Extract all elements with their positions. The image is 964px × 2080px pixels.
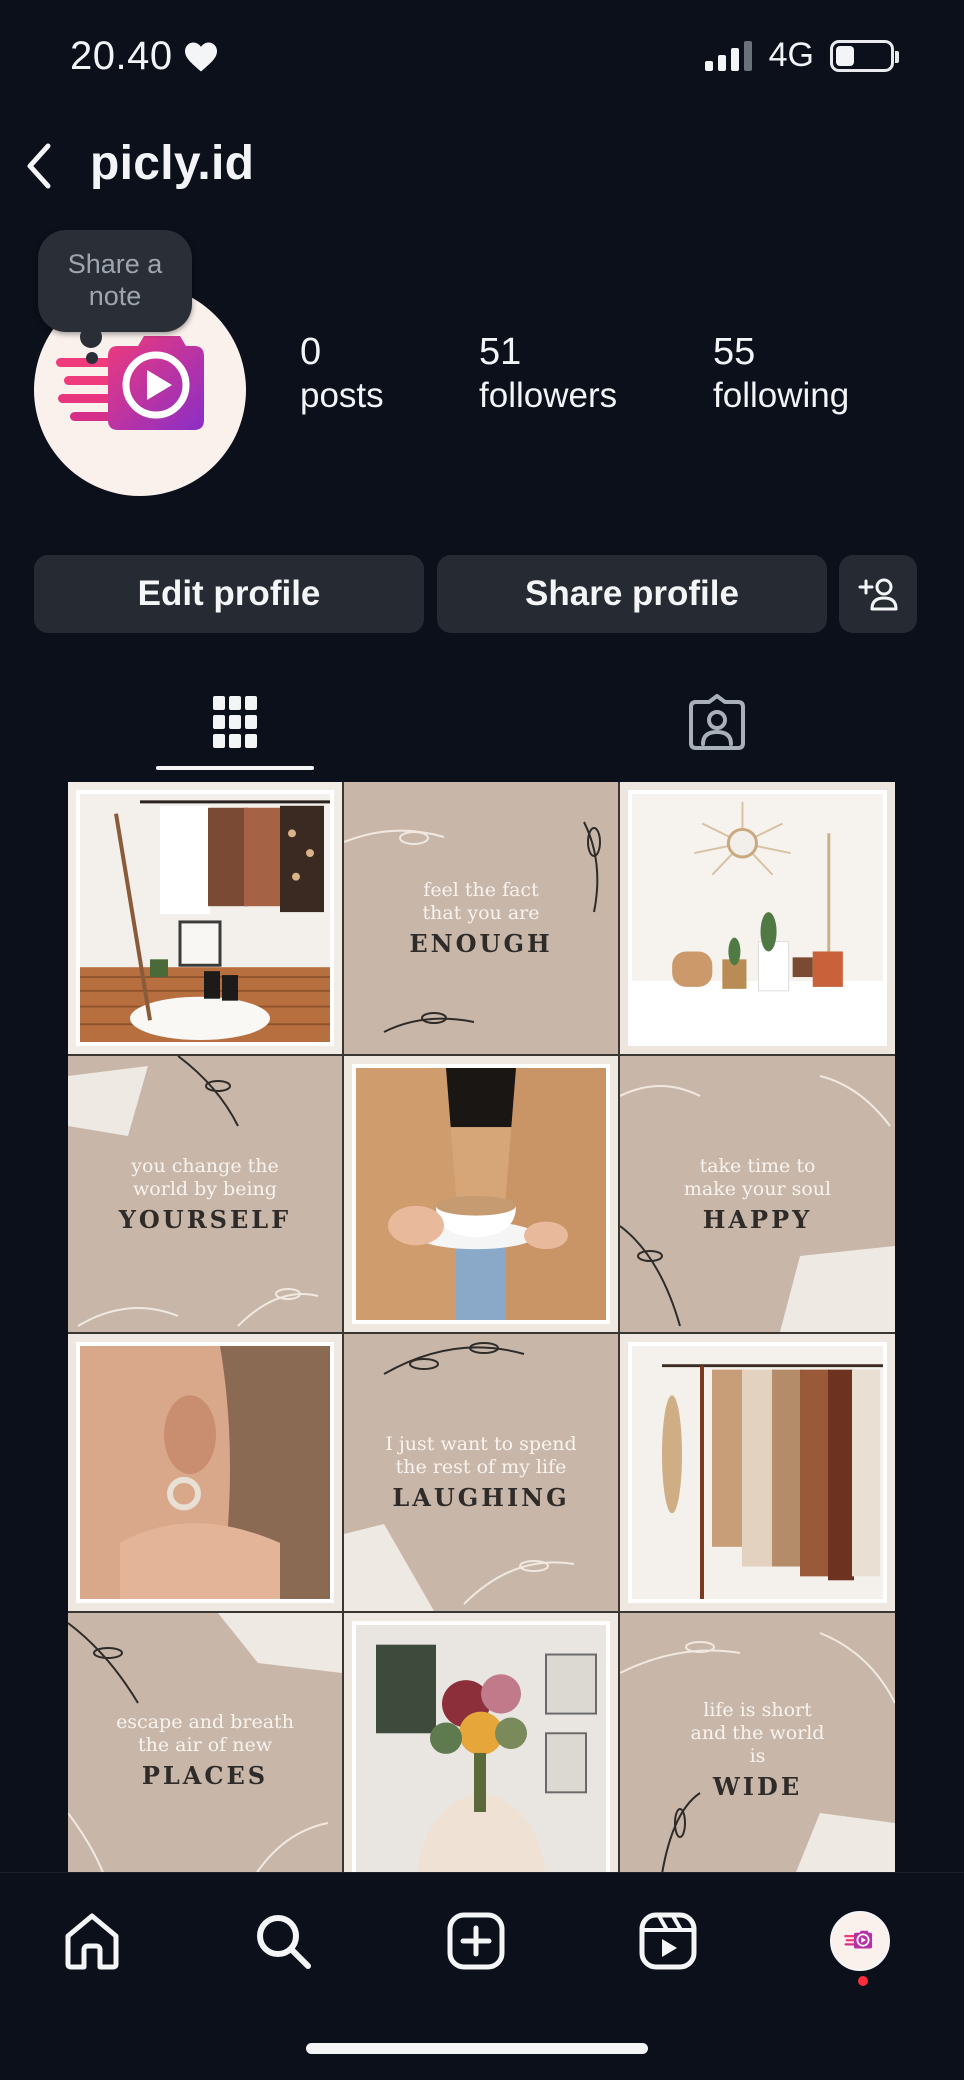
status-time: 20.40: [70, 34, 219, 79]
post-tile[interactable]: I just want to spend the rest of my life…: [344, 1334, 618, 1611]
post-tile[interactable]: [344, 1613, 618, 1885]
note-bubble-tail: [80, 326, 102, 348]
post-tile[interactable]: [620, 1334, 895, 1611]
note-bubble-tail-small: [86, 352, 98, 364]
active-tab-indicator: [156, 766, 314, 770]
quote-emphasis: PLACES: [141, 1760, 269, 1790]
grid-icon: [213, 696, 257, 748]
profile-avatar-small: [830, 1911, 890, 1971]
create-icon: [447, 1912, 505, 1970]
post-photo: [628, 1342, 887, 1603]
discover-people-button[interactable]: [839, 555, 917, 633]
reels-icon: [639, 1912, 697, 1970]
quote-emphasis: ENOUGH: [409, 928, 553, 958]
post-photo: [352, 1621, 610, 1879]
nav-search[interactable]: [243, 1901, 323, 1981]
chevron-left-icon: [27, 143, 51, 189]
profile-username: picly.id: [90, 137, 255, 190]
home-indicator[interactable]: [306, 2043, 648, 2054]
brand-logo-icon: [844, 1930, 873, 1949]
search-icon: [257, 1915, 311, 1969]
post-tile[interactable]: [620, 782, 895, 1054]
post-tile[interactable]: [68, 782, 342, 1054]
quote-emphasis: LAUGHING: [392, 1483, 570, 1512]
clock: 20.40: [70, 34, 173, 78]
status-indicators: 4G: [704, 36, 899, 75]
post-tile[interactable]: life is short and the world is WIDE: [620, 1613, 895, 1885]
post-tile[interactable]: [68, 1334, 342, 1611]
stat-posts[interactable]: 0 posts: [300, 330, 384, 418]
post-tile[interactable]: escape and breath the air of new PLACES: [68, 1613, 342, 1885]
post-photo: [76, 1342, 334, 1603]
share-profile-button[interactable]: Share profile: [437, 555, 827, 633]
post-tile[interactable]: you change the world by being YOURSELF: [68, 1056, 342, 1332]
post-tile[interactable]: [344, 1056, 618, 1332]
followers-count: 51: [479, 331, 522, 373]
followers-label: followers: [479, 376, 618, 415]
post-photo: [352, 1064, 610, 1324]
home-icon: [65, 1913, 119, 1970]
quote-text: I just want to spend the rest of my life: [385, 1433, 577, 1478]
share-note-bubble[interactable]: Share a note: [38, 230, 192, 332]
nav-reels[interactable]: [628, 1901, 708, 1981]
tab-tagged[interactable]: [638, 680, 796, 764]
quote-text: escape and breath the air of new: [116, 1710, 294, 1756]
tagged-icon: [689, 694, 745, 750]
post-photo: [628, 790, 887, 1046]
heart-icon: [184, 41, 217, 72]
network-type: 4G: [768, 36, 814, 74]
quote-emphasis: WIDE: [712, 1772, 803, 1801]
stat-followers[interactable]: 51 followers: [479, 330, 617, 418]
quote-text: life is short and the world is: [690, 1699, 825, 1767]
notification-dot: [858, 1976, 868, 1986]
quote-text: you change the world by being: [131, 1154, 279, 1200]
edit-profile-button[interactable]: Edit profile: [34, 555, 424, 633]
stat-following[interactable]: 55 following: [713, 330, 849, 418]
posts-label: posts: [300, 376, 384, 415]
quote-text: take time to make your soul: [683, 1154, 832, 1200]
quote-emphasis: HAPPY: [702, 1204, 813, 1234]
battery-icon: [830, 39, 899, 72]
post-tile[interactable]: feel the fact that you are ENOUGH: [344, 782, 618, 1054]
post-tile[interactable]: take time to make your soul HAPPY: [620, 1056, 895, 1332]
tab-grid[interactable]: [156, 680, 314, 764]
nav-profile[interactable]: [820, 1901, 900, 1981]
quote-emphasis: YOURSELF: [118, 1204, 292, 1234]
note-text: Share a note: [67, 249, 163, 311]
following-label: following: [713, 376, 850, 415]
signal-icon: [704, 40, 752, 71]
quote-text: feel the fact that you are: [422, 878, 540, 924]
nav-home[interactable]: [52, 1901, 132, 1981]
following-count: 55: [713, 331, 756, 373]
add-person-icon: [858, 578, 898, 611]
back-button[interactable]: [14, 138, 64, 194]
post-photo: [76, 790, 334, 1046]
nav-create[interactable]: [436, 1901, 516, 1981]
posts-count: 0: [300, 331, 322, 373]
posts-grid: feel the fact that you are ENOUGH you ch…: [68, 782, 895, 1885]
